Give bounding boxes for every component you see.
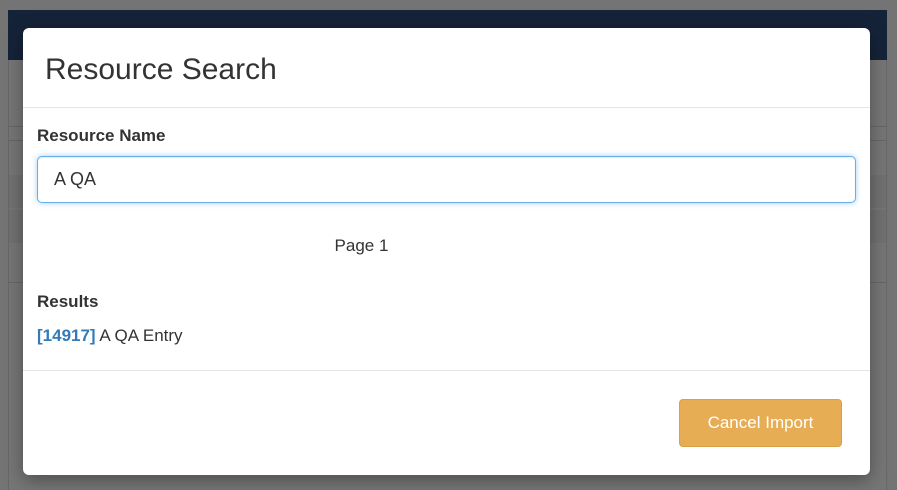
result-id-link[interactable]: [14917] [37, 326, 96, 345]
modal-body: Resource Name Page 1 Results [14917] A Q… [23, 108, 870, 346]
result-item: [14917] A QA Entry [37, 326, 856, 346]
resource-search-modal: Resource Search Resource Name Page 1 Res… [23, 28, 870, 475]
resource-name-input[interactable] [37, 156, 856, 203]
results-heading: Results [37, 292, 99, 311]
result-name: A QA Entry [99, 326, 183, 345]
modal-footer: Cancel Import [23, 370, 870, 475]
resource-name-label: Resource Name [37, 126, 166, 145]
modal-title: Resource Search [45, 53, 277, 86]
modal-header: Resource Search [23, 28, 870, 108]
page-indicator: Page 1 [334, 236, 389, 255]
cancel-import-button[interactable]: Cancel Import [679, 399, 842, 447]
